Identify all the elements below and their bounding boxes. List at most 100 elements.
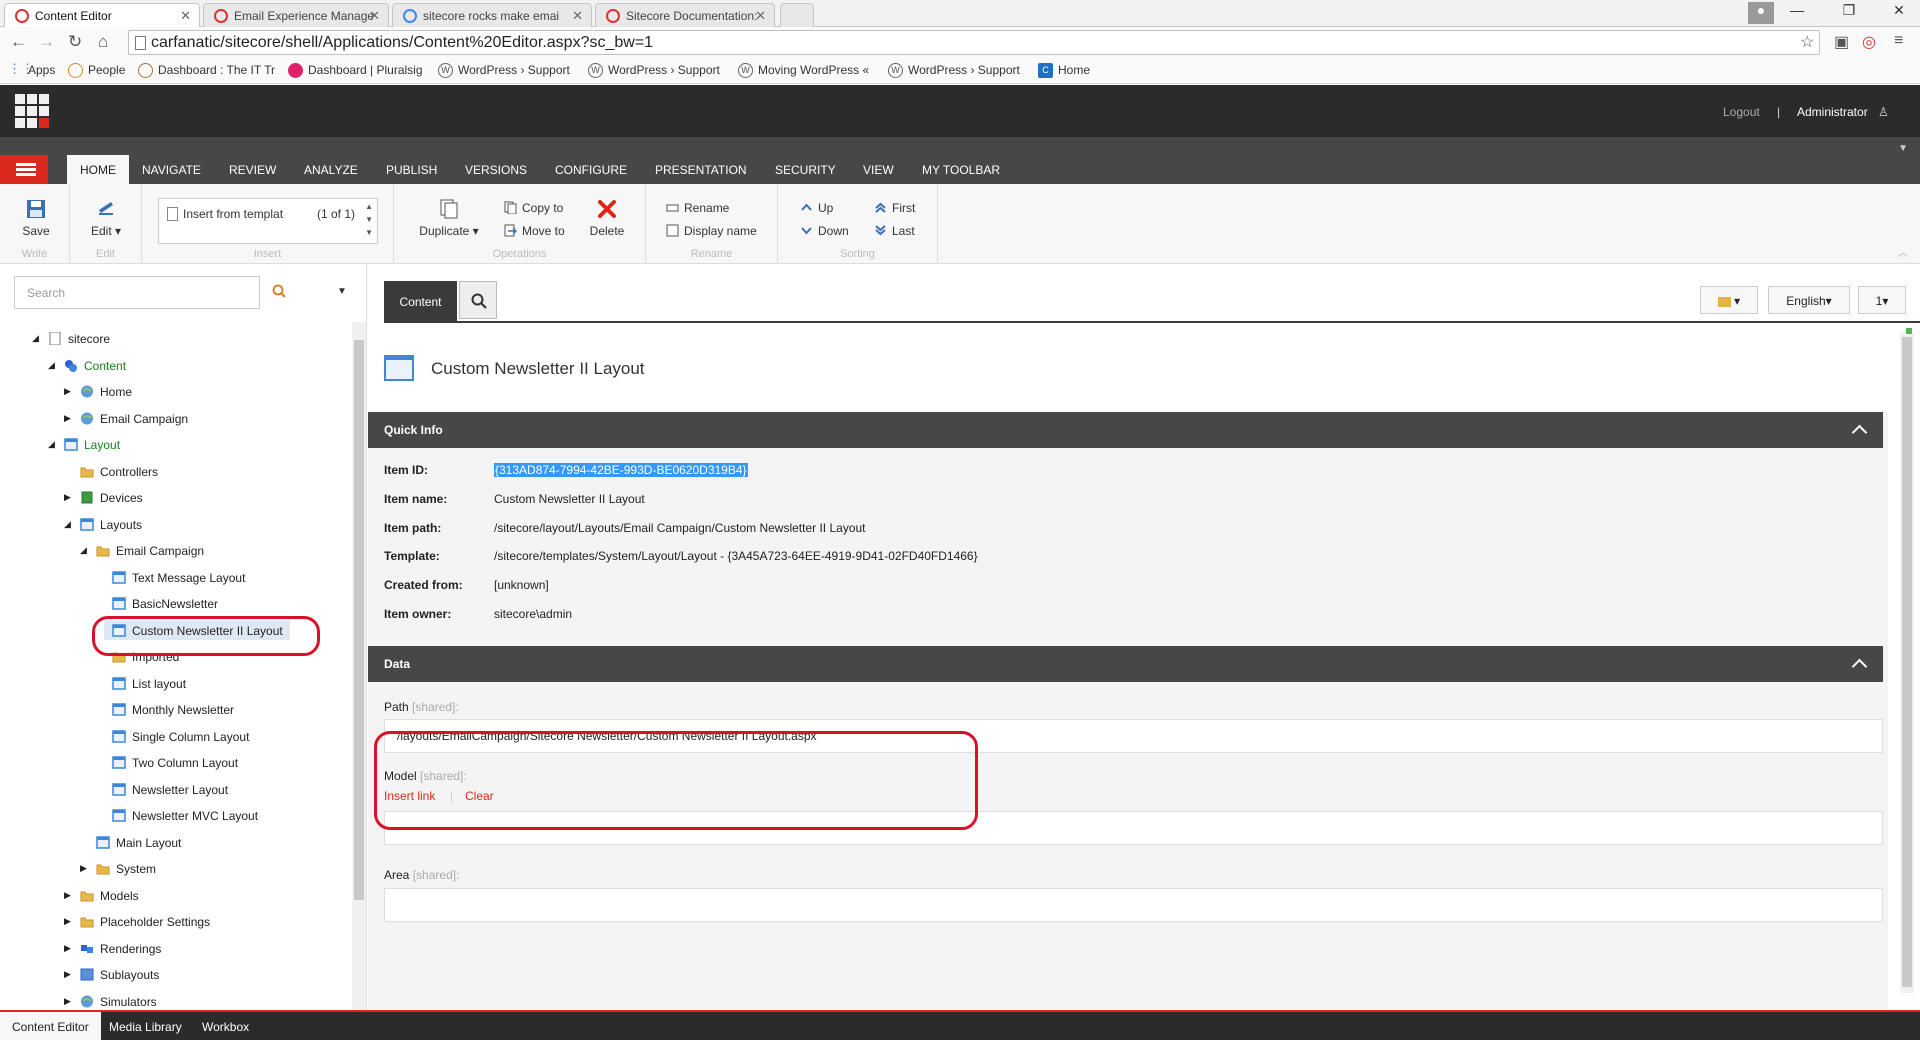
collapsed-arrow-icon[interactable]: ▶ — [64, 413, 71, 424]
star-icon[interactable]: ☆ — [1800, 32, 1814, 52]
minimize-button[interactable]: — — [1782, 2, 1812, 24]
ribbon-tab-home[interactable]: HOME — [67, 155, 129, 184]
search-tab[interactable] — [459, 281, 497, 319]
delete-button[interactable]: Delete — [582, 198, 632, 238]
logout-link[interactable]: Logout — [1723, 105, 1760, 119]
collapsed-arrow-icon[interactable]: ▶ — [64, 386, 71, 397]
ribbon-tab-versions[interactable]: VERSIONS — [452, 155, 540, 184]
sitecore-launchpad-icon[interactable] — [15, 94, 49, 128]
ribbon-tab-analyze[interactable]: ANALYZE — [291, 155, 371, 184]
close-window-button[interactable]: ✕ — [1884, 2, 1914, 24]
close-tab-icon[interactable]: ✕ — [572, 8, 583, 24]
collapsed-arrow-icon[interactable]: ▶ — [64, 916, 71, 927]
data-section-header[interactable]: Data — [368, 646, 1883, 682]
folder-icon — [80, 467, 94, 477]
bookmark-wordpress-1[interactable]: W WordPress › Support — [438, 63, 570, 78]
expanded-arrow-icon[interactable]: ◢ — [64, 519, 71, 530]
close-tab-icon[interactable]: ✕ — [755, 8, 766, 24]
bottom-tab-content-editor[interactable]: Content Editor — [0, 1012, 101, 1040]
editor-scrollbar[interactable] — [1888, 323, 1920, 1010]
gallery-more-icon[interactable]: ▼ — [365, 228, 373, 237]
collapsed-arrow-icon[interactable]: ▶ — [64, 996, 71, 1007]
area-field-input[interactable] — [384, 888, 1883, 922]
gallery-down-icon[interactable]: ▼ — [365, 215, 373, 224]
item-id-value[interactable]: {313AD874-7994-42BE-993D-BE0620D319B4} — [494, 463, 748, 477]
search-options-icon[interactable]: ▼ — [337, 286, 347, 297]
collapsed-arrow-icon[interactable]: ▶ — [64, 969, 71, 980]
sort-up-button[interactable]: Up — [800, 201, 833, 215]
duplicate-button[interactable]: Duplicate ▾ — [414, 198, 484, 238]
expanded-arrow-icon[interactable]: ◢ — [32, 333, 39, 344]
ribbon-tab-my-toolbar[interactable]: MY TOOLBAR — [909, 155, 1013, 184]
browser-tab-google-search[interactable]: sitecore rocks make emai ✕ — [392, 3, 592, 27]
display-name-button[interactable]: Display name — [666, 224, 757, 238]
ribbon-tab-security[interactable]: SECURITY — [762, 155, 849, 184]
bookmark-pluralsight[interactable]: Dashboard | Pluralsig — [288, 63, 423, 78]
version-selector[interactable]: 1▾ — [1858, 286, 1906, 314]
collapse-ribbon-icon[interactable]: ▼ — [1898, 143, 1908, 154]
move-to-button[interactable]: Move to — [504, 224, 565, 238]
search-icon[interactable] — [272, 284, 286, 298]
expanded-arrow-icon[interactable]: ◢ — [48, 360, 55, 371]
user-name[interactable]: Administrator — [1797, 105, 1868, 119]
copy-to-button[interactable]: Copy to — [504, 201, 563, 215]
quick-info-section-header[interactable]: Quick Info — [368, 412, 1883, 448]
bookmark-wordpress-3[interactable]: W WordPress › Support — [888, 63, 1020, 78]
bookmark-apps[interactable]: ⋮⋮ Apps — [8, 61, 55, 77]
menu-icon[interactable]: ≡ — [1894, 32, 1903, 50]
restore-button[interactable]: ❐ — [1834, 2, 1864, 24]
rename-button[interactable]: Rename — [666, 201, 729, 215]
ribbon-tab-navigate[interactable]: NAVIGATE — [129, 155, 214, 184]
url-bar[interactable]: carfanatic/sitecore/shell/Applications/C… — [128, 30, 1820, 55]
extension-icon[interactable]: ▣ — [1834, 32, 1849, 52]
browser-tab-email-experience[interactable]: Email Experience Manage ✕ — [203, 3, 389, 27]
bottom-tab-workbox[interactable]: Workbox — [190, 1012, 261, 1040]
expanded-arrow-icon[interactable]: ◢ — [48, 439, 55, 450]
collapsed-arrow-icon[interactable]: ▶ — [64, 890, 71, 901]
close-tab-icon[interactable]: ✕ — [369, 8, 380, 24]
language-selector[interactable]: English▾ — [1768, 286, 1850, 314]
layout-gallery-button[interactable]: ▾ — [1700, 286, 1758, 314]
close-tab-icon[interactable]: ✕ — [180, 8, 191, 24]
browser-tab-sitecore-docs[interactable]: Sitecore Documentation: ✕ — [595, 3, 775, 27]
collapsed-arrow-icon[interactable]: ▶ — [64, 943, 71, 954]
tree-scrollbar[interactable] — [352, 322, 366, 1010]
user-profile-icon[interactable]: ● — [1748, 2, 1774, 24]
created-from-value: [unknown] — [494, 578, 549, 592]
insert-gallery[interactable]: Insert from templat (1 of 1) ▲ ▼ ▼ — [158, 198, 378, 244]
home-icon[interactable]: ⌂ — [98, 32, 108, 52]
sort-first-button[interactable]: First — [874, 201, 915, 215]
forward-icon[interactable]: → — [38, 32, 55, 52]
save-button[interactable]: Save — [14, 198, 58, 238]
bookmark-dashboard-it[interactable]: Dashboard : The IT Tr — [138, 63, 275, 78]
gallery-up-icon[interactable]: ▲ — [365, 202, 373, 211]
new-tab-button[interactable] — [780, 3, 814, 27]
browser-tab-content-editor[interactable]: Content Editor ✕ — [4, 3, 200, 28]
ribbon-tab-publish[interactable]: PUBLISH — [373, 155, 450, 184]
collapsed-arrow-icon[interactable]: ▶ — [64, 492, 71, 503]
expanded-arrow-icon[interactable]: ◢ — [80, 545, 87, 556]
reload-icon[interactable]: ↻ — [68, 32, 82, 52]
copy-icon — [504, 201, 517, 214]
sort-last-button[interactable]: Last — [874, 224, 915, 238]
edit-button[interactable]: Edit ▾ — [84, 198, 128, 238]
apps-grid-icon: ⋮⋮ — [8, 61, 34, 76]
ribbon-collapse-chevron-icon[interactable]: ︿ — [1898, 244, 1908, 259]
ribbon-tab-view[interactable]: VIEW — [850, 155, 907, 184]
item-header: Custom Newsletter II Layout — [368, 323, 1888, 412]
sort-down-button[interactable]: Down — [800, 224, 849, 238]
bookmark-moving-wordpress[interactable]: W Moving WordPress « — [738, 63, 869, 78]
opera-menu-icon[interactable]: ◎ — [1862, 32, 1876, 52]
collapsed-arrow-icon[interactable]: ▶ — [80, 863, 87, 874]
tab-content[interactable]: Content — [384, 281, 457, 321]
bookmark-people[interactable]: People — [68, 63, 125, 78]
bottom-tab-media-library[interactable]: Media Library — [97, 1012, 194, 1040]
search-input[interactable]: Search — [14, 276, 260, 309]
ribbon-tab-presentation[interactable]: PRESENTATION — [642, 155, 760, 184]
ribbon-tab-review[interactable]: REVIEW — [216, 155, 289, 184]
hamburger-menu-button[interactable] — [0, 155, 48, 184]
back-icon[interactable]: ← — [10, 32, 27, 52]
bookmark-home[interactable]: C Home — [1038, 63, 1090, 78]
bookmark-wordpress-2[interactable]: W WordPress › Support — [588, 63, 720, 78]
ribbon-tab-configure[interactable]: CONFIGURE — [542, 155, 640, 184]
